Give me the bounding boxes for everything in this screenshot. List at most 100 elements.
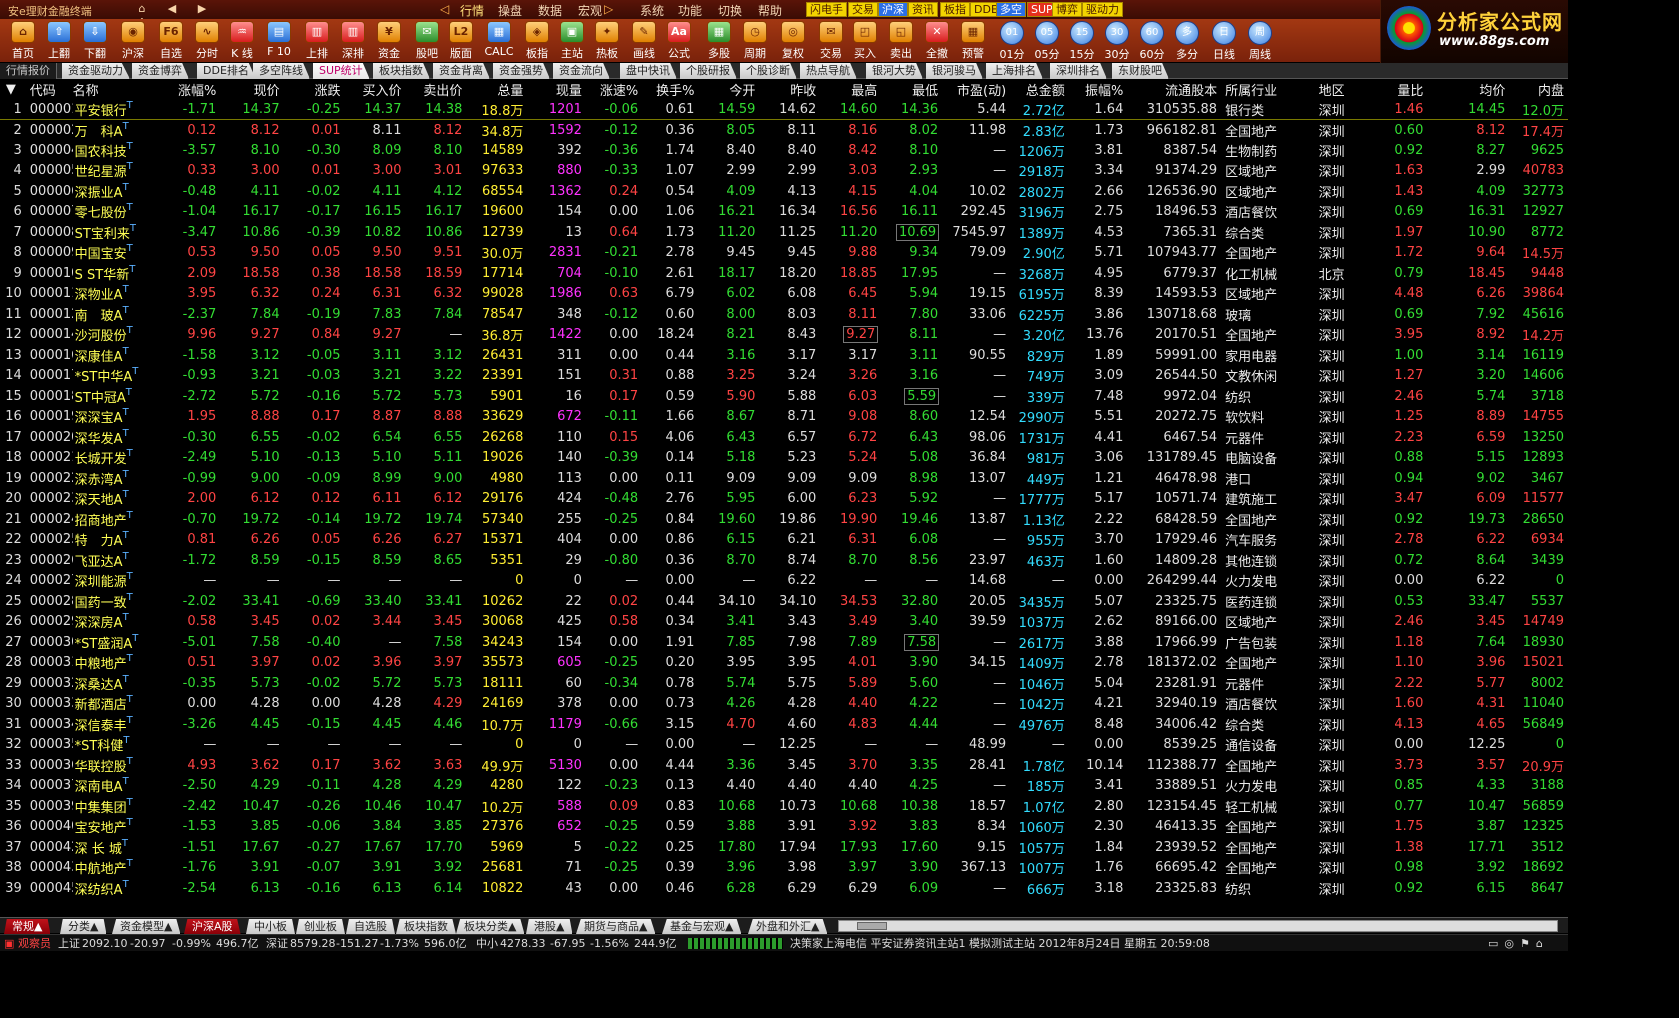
menu-next-arrow[interactable]: ▷ [604,2,613,16]
market-tab-2[interactable]: 资金模型▲ [112,919,181,934]
table-row[interactable]: 34 000037深南电AT -2.50 4.29 -0.11 4.28 4.29 4280 1… [0,776,1568,797]
column-header[interactable]: 昨收 [759,80,820,99]
toolbar-multi-stock-button[interactable]: ▦ 多股 [702,21,736,61]
toolbar-home-button[interactable]: ⌂ 首页 [6,21,40,61]
tab-16[interactable]: 上海排名 [986,63,1043,79]
market-tab-12[interactable]: 外盘和外汇▲ [748,919,828,934]
toolbar-intraday-button[interactable]: ∿ 分时 [190,21,224,61]
scrollbar-thumb[interactable] [857,922,887,930]
table-row[interactable]: 33 000036华联控股T 4.93 3.62 0.17 3.62 3.63 49.9万 51… [0,755,1568,776]
table-row[interactable]: 10 000011深物业AT 3.95 6.32 0.24 6.31 6.32 99028 19… [0,284,1568,305]
column-header[interactable]: 代码 [26,80,73,99]
table-row[interactable]: 6 000007零七股份T -1.04 16.17 -0.17 16.15 16.17 196… [0,202,1568,223]
table-row[interactable]: 23 000026飞亚达AT -1.72 8.59 -0.15 8.59 8.65 5351 2… [0,550,1568,571]
period-button-0[interactable]: 01 01分 [996,21,1028,61]
toolbar-page-up-button[interactable]: ⇧ 上翻 [42,21,76,61]
table-row[interactable]: 8 000009中国宝安T 0.53 9.50 0.05 9.50 9.51 30.0万 283… [0,243,1568,264]
tab-3[interactable]: DDE排名 [197,63,256,79]
column-header[interactable]: 现价 [220,80,283,99]
column-header[interactable]: 买入价 [345,80,406,99]
tab-9[interactable]: 资金流向 [553,63,610,79]
table-row[interactable]: 18 000021长城开发T -2.49 5.10 -0.13 5.10 5.11 19026… [0,448,1568,469]
market-tab-4[interactable]: 中小板 [246,919,295,934]
forward-icon[interactable]: ▶ [195,2,209,16]
column-header[interactable]: 流通股本 [1127,80,1221,99]
column-header[interactable]: 总量 [466,80,527,99]
quick-flash-trade[interactable]: 闪电手 [806,2,847,17]
menu-system[interactable]: 系统 [640,2,664,19]
column-header[interactable]: 涨幅% [141,80,221,99]
table-row[interactable]: 3 000004国农科技T -3.57 8.10 -0.30 8.09 8.10 14589 3… [0,140,1568,161]
table-row[interactable]: 16 000019深深宝AT 1.95 8.88 0.17 8.87 8.88 33629 67… [0,407,1568,428]
toolbar-main-site-button[interactable]: ▣ 主站 [555,21,589,61]
quick-trade[interactable]: 交易 [848,2,878,17]
period-button-5[interactable]: 多多分 [1171,21,1203,61]
column-header[interactable]: 卖出价 [405,80,466,99]
horizontal-scrollbar[interactable] [838,920,1558,932]
market-tab-7[interactable]: 板块指数 [396,919,456,934]
menu-data[interactable]: 数据 [538,2,562,19]
column-header[interactable]: 内盘 [1509,80,1568,99]
toolbar-sell-button[interactable]: ◱ 卖出 [884,21,918,61]
menu-function[interactable]: 功能 [678,2,702,19]
tab-4[interactable]: 多空阵线 [253,63,310,79]
menu-macro[interactable]: 宏观 [578,2,602,19]
quick-longshort[interactable]: 多空 [996,2,1026,17]
tab-17[interactable]: 深圳排名 [1050,63,1107,79]
toolbar-watchlist-button[interactable]: F6 自选 [154,21,188,61]
tab-8[interactable]: 资金强势 [493,63,550,79]
table-row[interactable]: 21 000024招商地产T -0.70 19.72 -0.14 19.72 19.74 57… [0,509,1568,530]
toolbar-cancel-all-button[interactable]: ✕ 全撤 [920,21,954,61]
table-row[interactable]: 19 000022深赤湾AT -0.99 9.00 -0.09 8.99 9.00 4980 1… [0,468,1568,489]
table-row[interactable]: 25 000028国药一致T -2.02 33.41 -0.69 33.40 33.41 10… [0,591,1568,612]
table-row[interactable]: 20 000023深天地AT 2.00 6.12 0.12 6.11 6.12 29176 42… [0,489,1568,510]
table-row[interactable]: 5 000006深振业AT -0.48 4.11 -0.02 4.11 4.12 68554 1… [0,181,1568,202]
toolbar-board-index-button[interactable]: ◈ 板指 [520,21,554,61]
column-header[interactable]: 地区 [1301,80,1367,99]
column-header[interactable]: 总金额 [1010,80,1069,99]
menu-prev-arrow[interactable]: ◁ [440,2,449,16]
column-header[interactable]: 涨跌 [284,80,345,99]
table-row[interactable]: 36 000040宝安地产T -1.53 3.85 -0.06 3.84 3.85 27376… [0,817,1568,838]
table-row[interactable]: 35 000039中集集团T -2.42 10.47 -0.26 10.46 10.47 10… [0,796,1568,817]
toolbar-hushen-button[interactable]: ◉ 沪深 [116,21,150,61]
toolbar-formula-button[interactable]: Aa 公式 [662,21,696,61]
column-header[interactable]: 最低 [881,80,942,99]
table-row[interactable]: 29 000032深桑达AT -0.35 5.73 -0.02 5.72 5.73 18111… [0,673,1568,694]
table-row[interactable]: 24 000027深圳能源T — — — — — 0 0 — 0.00 — 6.22 — — 14.68 — 0.… [0,571,1568,592]
period-button-3[interactable]: 30 30分 [1101,21,1133,61]
column-header[interactable]: 换手% [642,80,698,99]
table-row[interactable]: 22 000025特 力AT 0.81 6.26 0.05 6.26 6.27 15371 40… [0,530,1568,551]
tab-7[interactable]: 资金背离 [433,63,490,79]
market-tab-9[interactable]: 港股▲ [526,919,573,934]
table-row[interactable]: 37 000042深 长 城T -1.51 17.67 -0.27 17.67 17.70 5… [0,837,1568,858]
tab-13[interactable]: 热点导航 [800,63,857,79]
table-row[interactable]: 1000001平安银行T-1.7114.37-0.2514.3714.3818.… [0,99,1568,120]
quick-index[interactable]: 板指 [940,2,970,17]
back-icon[interactable]: ◀ [165,2,179,16]
toolbar-forum-button[interactable]: ✉ 股吧 [410,21,444,61]
market-tab-6[interactable]: 自选股 [346,919,395,934]
tab-14[interactable]: 银河大势 [866,63,923,79]
tab-18[interactable]: 东财股吧 [1112,63,1169,79]
column-header[interactable]: 名称 [73,80,141,99]
market-tab-10[interactable]: 期货与商品▲ [576,919,656,934]
market-tab-3[interactable]: 沪深A股 [184,919,241,934]
table-row[interactable]: 31 000034深信泰丰T -3.26 4.45 -0.15 4.45 4.46 10.7万… [0,714,1568,735]
toolbar-kline-button[interactable]: ♒ K 线 [225,21,259,61]
market-tab-1[interactable]: 分类▲ [60,919,107,934]
tab-2[interactable]: 资金博弈 [132,63,189,79]
toolbar-draw-button[interactable]: ✎ 画线 [627,21,661,61]
tab-1[interactable]: 资金驱动力 [62,63,130,79]
column-header[interactable]: 最高 [820,80,881,99]
column-header[interactable]: 均价 [1427,80,1509,99]
table-row[interactable]: 15 000018ST中冠AT -2.72 5.72 -0.16 5.72 5.73 5901… [0,386,1568,407]
period-button-1[interactable]: 05 05分 [1031,21,1063,61]
sort-dropdown-icon[interactable]: ▼ [0,80,26,99]
toolbar-adjust-button[interactable]: ◎ 复权 [776,21,810,61]
period-button-4[interactable]: 60 60分 [1136,21,1168,61]
column-header[interactable]: 所属行业 [1221,80,1301,99]
status-icons[interactable]: ▭◎⚑⌂ [1488,935,1549,951]
toolbar-page-down-button[interactable]: ⇩ 下翻 [78,21,112,61]
toolbar-layout-button[interactable]: L2 版面 [444,21,478,61]
